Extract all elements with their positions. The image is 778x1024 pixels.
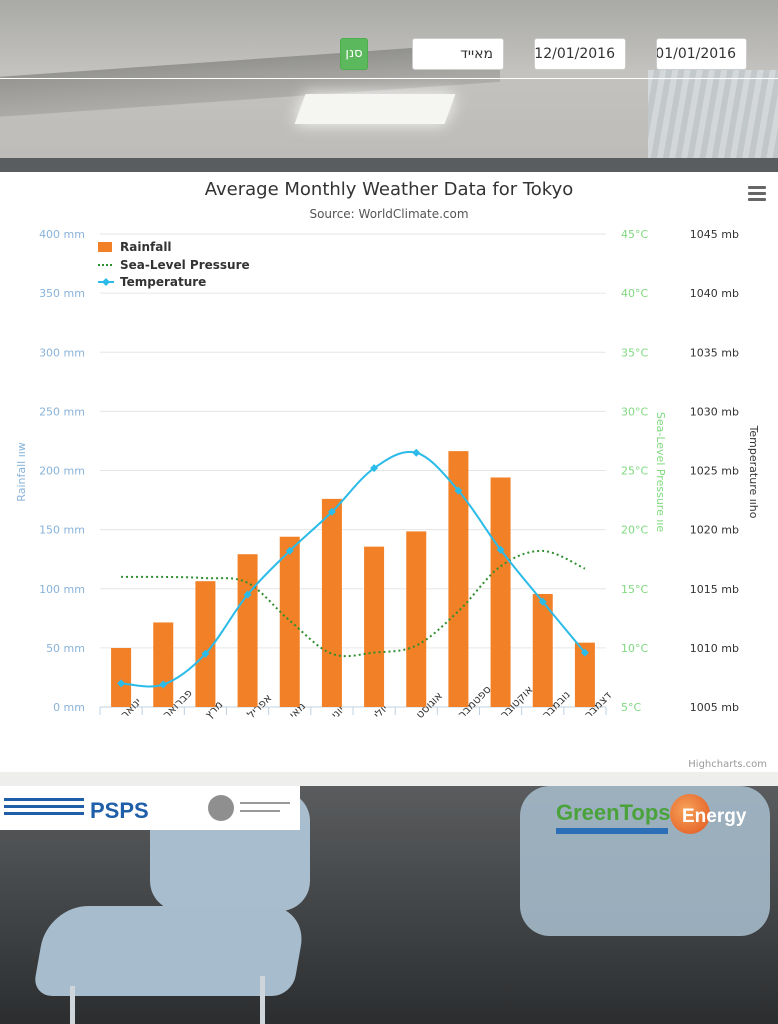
temperature-tick-label: 15°C bbox=[621, 583, 648, 596]
ceiling-light bbox=[294, 94, 456, 124]
chart-subtitle: Source: WorldClimate.com bbox=[309, 207, 468, 221]
pressure-tick-label: 1015 mb bbox=[690, 583, 739, 596]
greentops-text: GreenTops bbox=[556, 800, 671, 825]
pressure-tick-label: 1040 mb bbox=[690, 287, 739, 300]
rainfall-bar bbox=[153, 622, 174, 707]
rainfall-tick-label: 400 mm bbox=[39, 228, 85, 241]
header-divider bbox=[0, 78, 778, 79]
legend-rainfall-symbol bbox=[98, 242, 112, 252]
temperature-tick-label: 30°C bbox=[621, 405, 648, 418]
psps-logo-text: PSPS bbox=[90, 798, 149, 823]
rainfall-bar bbox=[321, 498, 342, 707]
rainfall-bar bbox=[490, 477, 511, 707]
university-logo: PSPS bbox=[0, 786, 300, 830]
chair-seat bbox=[32, 906, 308, 996]
footer-strip bbox=[0, 772, 778, 786]
greentops-energy-logo: GreenTops Energy bbox=[556, 792, 748, 846]
chart-title: Average Monthly Weather Data for Tokyo bbox=[205, 179, 574, 200]
legend-rainfall-label: Rainfall bbox=[120, 240, 172, 254]
rainfall-bar bbox=[279, 536, 300, 707]
rainfall-bar bbox=[237, 554, 258, 707]
rainfall-tick-label: 150 mm bbox=[39, 524, 85, 537]
rainfall-tick-label: 250 mm bbox=[39, 405, 85, 418]
university-logo-graphic: PSPS bbox=[4, 795, 290, 823]
temperature-tick-label: 35°C bbox=[621, 346, 648, 359]
rainfall-tick-label: 350 mm bbox=[39, 287, 85, 300]
temperature-tick-label: 5°C bbox=[621, 701, 641, 714]
chair-leg bbox=[260, 976, 265, 1024]
legend-temperature-label: Temperature bbox=[120, 275, 206, 289]
rainfall-tick-label: 300 mm bbox=[39, 346, 85, 359]
legend-temperature-marker bbox=[102, 278, 110, 286]
date-to-input[interactable]: 12/01/2016 bbox=[534, 38, 626, 70]
background-photo-top bbox=[0, 0, 778, 158]
temperature-axis-title: Temperature ‪ו‬ו‬ho bbox=[747, 425, 760, 519]
weather-chart: Average Monthly Weather Data for Tokyo So… bbox=[15, 179, 767, 770]
pressure-tick-label: 1020 mb bbox=[690, 524, 739, 537]
window bbox=[648, 70, 778, 158]
sensor-select[interactable]: מאייד bbox=[412, 38, 504, 70]
chart-credits: Highcharts.com bbox=[688, 759, 767, 770]
temperature-point bbox=[412, 448, 421, 457]
temperature-tick-label: 20°C bbox=[621, 524, 648, 537]
temperature-tick-label: 45°C bbox=[621, 228, 648, 241]
rainfall-tick-label: 0 mm bbox=[53, 701, 85, 714]
temperature-tick-label: 25°C bbox=[621, 465, 648, 478]
rainfall-axis-title: Rainfall ‪ו‬ו‬w bbox=[15, 442, 28, 501]
pressure-tick-label: 1025 mb bbox=[690, 465, 739, 478]
pressure-tick-label: 1030 mb bbox=[690, 405, 739, 418]
temperature-line bbox=[121, 450, 586, 688]
greentops-logo-graphic: GreenTops Energy bbox=[556, 800, 747, 834]
rainfall-tick-label: 200 mm bbox=[39, 465, 85, 478]
rainfall-bar bbox=[364, 546, 385, 707]
pressure-tick-label: 1045 mb bbox=[690, 228, 739, 241]
pressure-line bbox=[121, 549, 586, 658]
date-from-input[interactable]: 01/01/2016 bbox=[656, 38, 747, 70]
temperature-tick-label: 40°C bbox=[621, 287, 648, 300]
energy-text: Energy bbox=[682, 806, 747, 827]
chair-leg bbox=[70, 986, 75, 1024]
chart-container: Average Monthly Weather Data for Tokyo So… bbox=[0, 172, 778, 772]
temperature-tick-label: 10°C bbox=[621, 642, 648, 655]
rainfall-tick-label: 100 mm bbox=[39, 583, 85, 596]
rainfall-tick-label: 50 mm bbox=[46, 642, 85, 655]
filter-button[interactable]: סנן bbox=[340, 38, 368, 70]
pressure-axis-title: Sea-Level Pressure ‪ו‬ו‬e bbox=[654, 412, 667, 532]
rainfall-bar bbox=[406, 531, 427, 707]
legend-pressure-label: Sea-Level Pressure bbox=[120, 258, 250, 272]
pressure-tick-label: 1035 mb bbox=[690, 346, 739, 359]
pressure-tick-label: 1010 mb bbox=[690, 642, 739, 655]
hamburger-icon[interactable] bbox=[748, 186, 766, 201]
pressure-tick-label: 1005 mb bbox=[690, 701, 739, 714]
rainfall-bar bbox=[111, 647, 132, 707]
